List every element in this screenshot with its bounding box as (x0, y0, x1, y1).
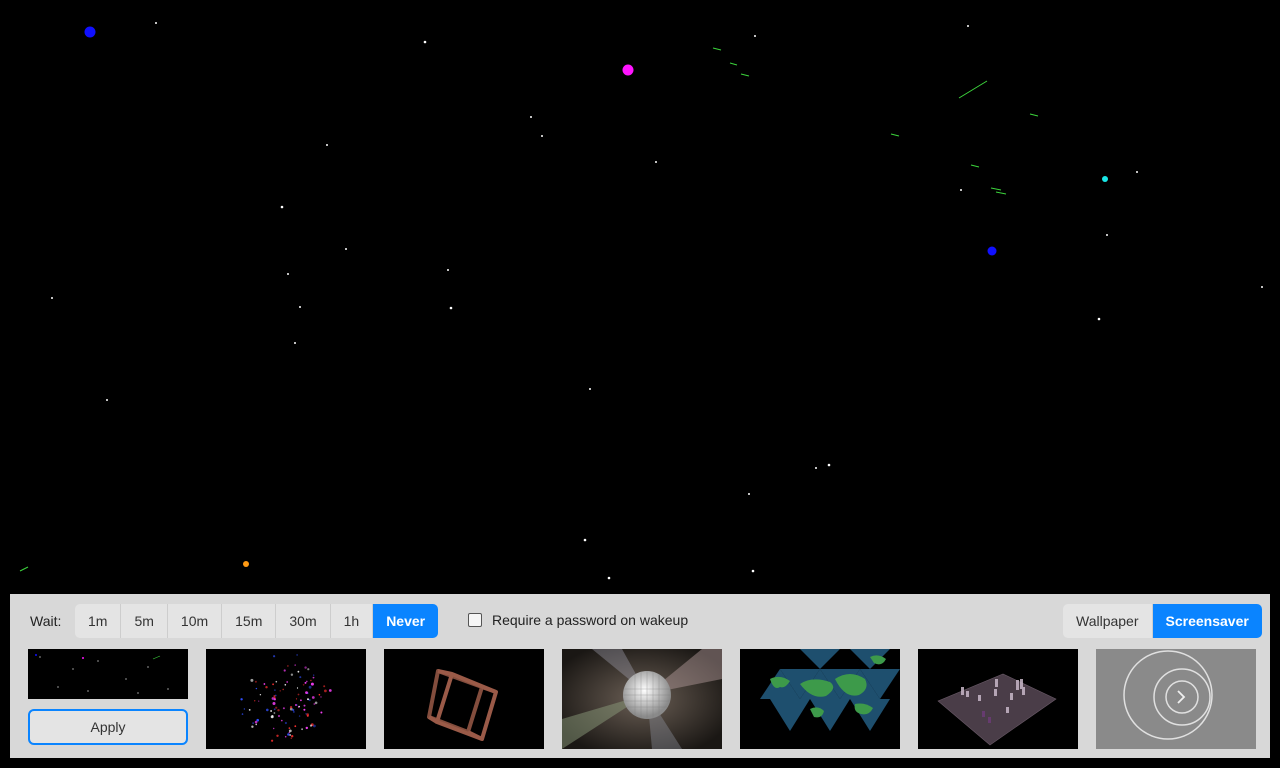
screensaver-thumb-hypercube[interactable] (384, 649, 544, 749)
wait-option-10m[interactable]: 10m (168, 604, 223, 638)
screensaver-gallery (10, 649, 1270, 749)
blue-orb (84, 26, 96, 38)
wait-option-30m[interactable]: 30m (276, 604, 331, 638)
wallpaper-mode-button[interactable]: Wallpaper (1063, 604, 1153, 638)
screensaver-thumb-flat-earth-map[interactable] (740, 649, 900, 749)
screensaver-mode-button[interactable]: Screensaver (1152, 604, 1262, 638)
blue-orb (987, 246, 997, 256)
wait-label: Wait: (30, 613, 62, 629)
require-password-checkbox[interactable] (468, 613, 482, 627)
screensaver-settings-panel: Wait: 1m 5m 10m 15m 30m 1h Never Require… (10, 594, 1270, 758)
chess-board-preview (937, 673, 1057, 746)
wait-option-1h[interactable]: 1h (331, 604, 374, 638)
disco-ball-preview (562, 649, 722, 749)
wait-option-15m[interactable]: 15m (222, 604, 277, 638)
orange-orb (243, 561, 249, 567)
screensaver-thumb-particles[interactable] (206, 649, 366, 749)
wait-option-1m[interactable]: 1m (75, 604, 122, 638)
screensaver-thumb-chess-board[interactable] (918, 649, 1078, 749)
screensaver-thumb-rings[interactable] (1096, 649, 1256, 749)
wait-option-5m[interactable]: 5m (121, 604, 168, 638)
require-password-label: Require a password on wakeup (492, 612, 689, 628)
green-streaks (19, 47, 1039, 572)
stars (51, 22, 1263, 580)
wait-option-never[interactable]: Never (373, 604, 439, 638)
chevron-right-icon[interactable] (1174, 689, 1188, 705)
cyan-orb (1102, 176, 1108, 182)
hypercube-preview (427, 669, 498, 741)
wait-duration-selector: 1m 5m 10m 15m 30m 1h Never (75, 604, 439, 638)
magenta-orb (622, 64, 634, 76)
particles-preview (240, 654, 332, 742)
require-password-toggle[interactable]: Require a password on wakeup (468, 612, 688, 628)
mode-selector: Wallpaper Screensaver (1063, 604, 1262, 638)
screensaver-thumb-disco-ball[interactable] (562, 649, 722, 749)
flat-earth-map-preview (760, 649, 900, 731)
